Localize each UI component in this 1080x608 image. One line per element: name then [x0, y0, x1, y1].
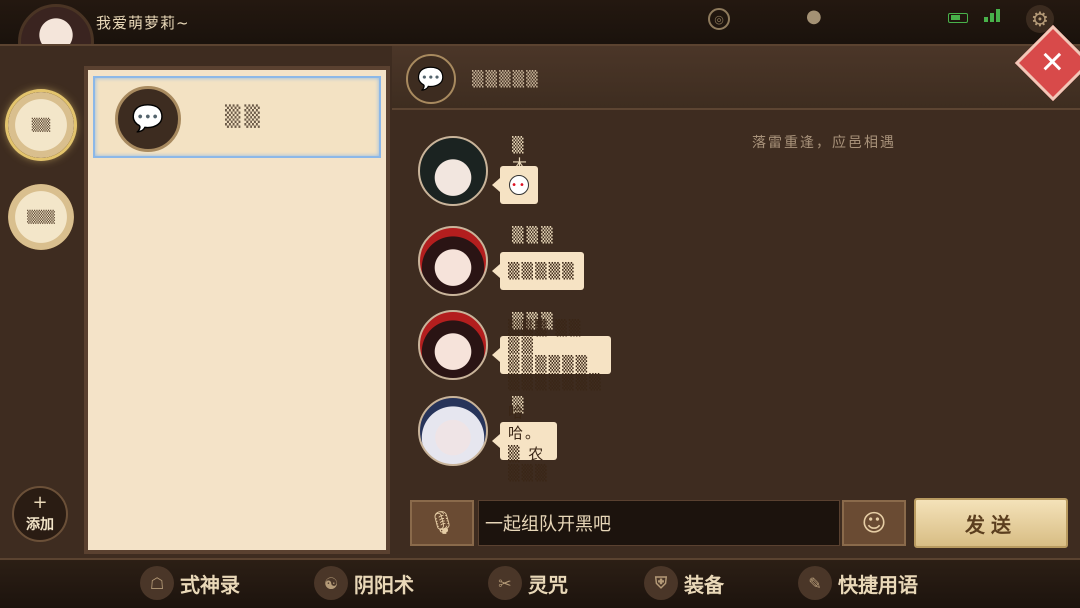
battery-icon: [948, 13, 968, 23]
sticker-bubble: ••: [492, 166, 538, 204]
background-subline: 落雷重逢，应邑相遇: [752, 135, 896, 151]
conversation-name: ▒▒: [225, 104, 264, 128]
add-label: 添加: [26, 517, 54, 533]
message-bubble: ▒▒▒▒▒: [492, 252, 584, 290]
voice-button[interactable]: 🎙: [410, 500, 474, 546]
location-pin-icon: ●: [806, 6, 822, 27]
sender-name: ▒▒▒: [512, 226, 556, 244]
input-bar: 🎙 ☺ 发送: [392, 492, 1080, 554]
message-input[interactable]: [478, 500, 840, 546]
menu-item-equipment[interactable]: ⛨ 装备: [644, 566, 724, 600]
message-bubble: 哈哈。▒ 农▒▒▒: [492, 403, 557, 482]
armor-icon: ⛨: [644, 566, 678, 600]
close-icon: ✕: [1040, 45, 1066, 81]
bottom-menu: ☖ 式神录 ☯ 阴阳术 ✂ 灵咒 ⛨ 装备 ✎ 快捷用语: [0, 560, 1080, 608]
send-button[interactable]: 发送: [914, 498, 1068, 548]
mask-icon: ☖: [140, 566, 174, 600]
rail-button-chat[interactable]: ▒▒: [8, 92, 74, 158]
menu-item-label: 阴阳术: [354, 572, 414, 597]
menu-item-label: 灵咒: [528, 572, 568, 597]
message-bubble: ▒▒▒ ▒▒ ▒▒ ▒▒▒▒▒▒ ▒▒▒▒▒▒▒: [492, 319, 611, 391]
add-user-icon: +: [32, 492, 48, 513]
sticker-face-icon: ••: [509, 175, 529, 195]
menu-item-label: 快捷用语: [838, 572, 918, 597]
left-rail: ▒▒ ▒▒▒: [0, 46, 82, 560]
rail-button-secondary[interactable]: ▒▒▒: [8, 184, 74, 250]
sender-avatar[interactable]: [418, 226, 488, 296]
menu-item-spell[interactable]: ✂ 灵咒: [488, 566, 568, 600]
sender-avatar[interactable]: [418, 396, 488, 466]
player-name: 我爱萌萝莉~: [96, 14, 190, 32]
coin-icon: ◎: [708, 8, 730, 30]
chat-title: ▒▒▒▒▒: [472, 70, 540, 88]
sender-avatar[interactable]: [418, 310, 488, 380]
chat-header: 💬 ▒▒▒▒▒: [392, 46, 1080, 110]
sender-avatar[interactable]: [418, 136, 488, 206]
microphone-icon: 🎙: [428, 510, 456, 536]
menu-item-quick-phrases[interactable]: ✎ 快捷用语: [798, 566, 918, 600]
smiley-icon: ☺: [861, 509, 887, 537]
menu-item-onmyoji[interactable]: ☯ 阴阳术: [314, 566, 414, 600]
top-bar: 我爱萌萝莉~ ◎ ● ⚙: [0, 0, 1080, 80]
list-item[interactable]: 💬 ▒▒: [93, 76, 381, 158]
conversation-list: 💬 ▒▒: [84, 66, 390, 554]
quick-icon: ✎: [798, 566, 832, 600]
menu-item-label: 式神录: [180, 572, 240, 597]
yinyang-icon: ☯: [314, 566, 348, 600]
rail-button-label: ▒▒: [31, 118, 51, 132]
scroll-icon: ✂: [488, 566, 522, 600]
add-friend-button[interactable]: + 添加: [12, 486, 68, 542]
signal-icon: [984, 9, 1000, 22]
menu-item-label: 装备: [684, 572, 724, 597]
rail-button-label: ▒▒▒: [27, 210, 55, 224]
chat-bubble-icon: 💬: [115, 86, 181, 152]
chat-panel: 💬 ▒▒▒▒▒: [392, 46, 1080, 560]
menu-item-shikigami[interactable]: ☖ 式神录: [140, 566, 240, 600]
emoji-button[interactable]: ☺: [842, 500, 906, 546]
chat-bubble-icon: 💬: [406, 54, 456, 104]
